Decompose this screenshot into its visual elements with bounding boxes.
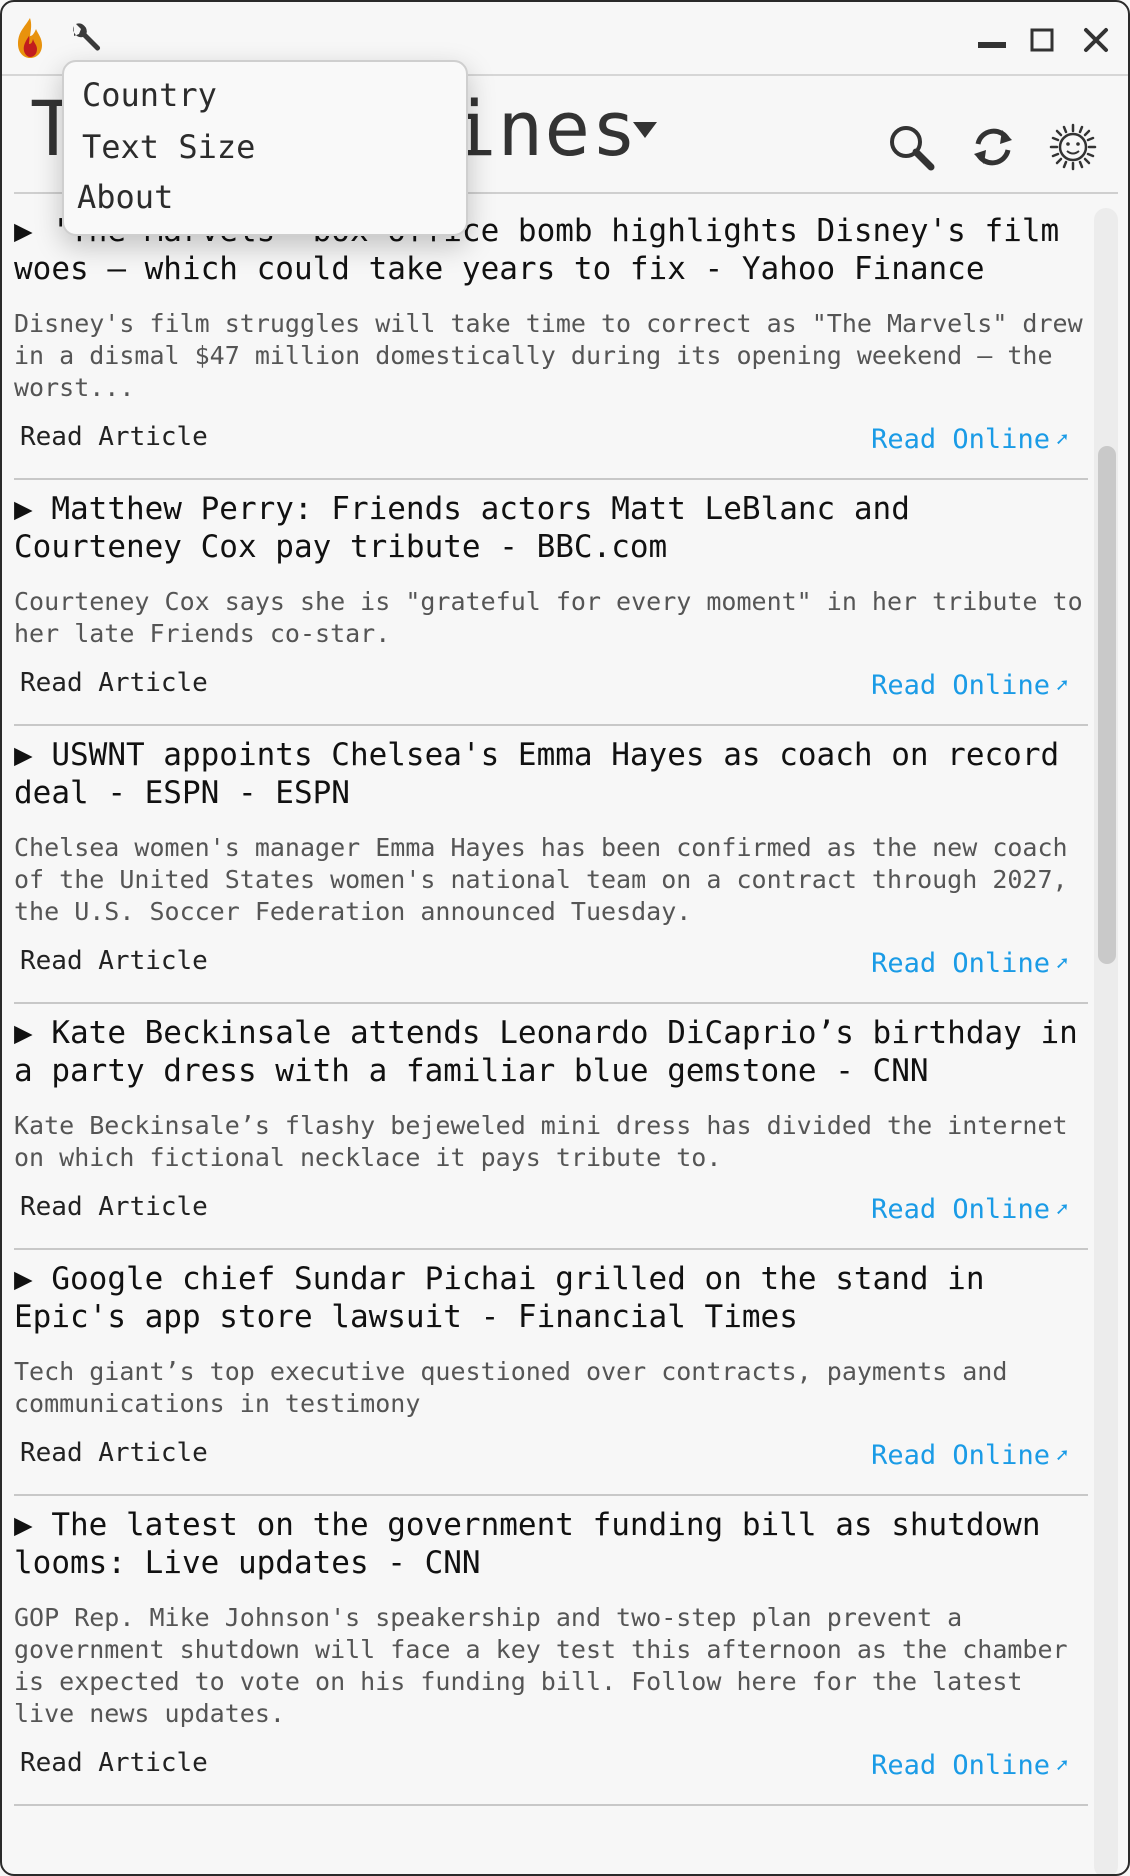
article-description: Tech giant’s top executive questioned ov… [14, 1357, 1008, 1418]
read-article-button[interactable]: Read Article [20, 1192, 208, 1222]
read-online-label: Read Online [871, 1440, 1050, 1471]
minimize-icon[interactable] [976, 24, 1008, 56]
article-card: ▶ Matthew Perry: Friends actors Matt LeB… [14, 480, 1088, 726]
article-description: Chelsea women's manager Emma Hayes has b… [14, 833, 1068, 926]
external-link-icon: ➚ [1055, 1197, 1068, 1221]
read-online-label: Read Online [871, 424, 1050, 455]
close-icon[interactable] [1080, 24, 1112, 56]
article-card: ▶ Kate Beckinsale attends Leonardo DiCap… [14, 1004, 1088, 1250]
read-article-button[interactable]: Read Article [20, 946, 208, 976]
article-title[interactable]: ▶ Google chief Sundar Pichai grilled on … [14, 1250, 1088, 1336]
read-online-link[interactable]: Read Online ➚ [871, 948, 1068, 979]
article-actions: Read Article Read Online ➚ [14, 928, 1088, 1002]
article-description: Courteney Cox says she is "grateful for … [14, 587, 1083, 648]
article-actions: Read Article Read Online ➚ [14, 1174, 1088, 1248]
article-description: GOP Rep. Mike Johnson's speakership and … [14, 1603, 1068, 1728]
external-link-icon: ➚ [1055, 951, 1068, 975]
read-online-link[interactable]: Read Online ➚ [871, 1194, 1068, 1225]
read-online-label: Read Online [871, 1750, 1050, 1781]
external-link-icon: ➚ [1055, 673, 1068, 697]
article-title[interactable]: ▶ USWNT appoints Chelsea's Emma Hayes as… [14, 726, 1088, 812]
article-list[interactable]: ▶ 'The Marvels' box office bomb highligh… [2, 202, 1102, 1874]
maximize-icon[interactable] [1026, 24, 1058, 56]
menu-item-country[interactable]: Country [82, 76, 217, 114]
menu-item-about[interactable]: About [77, 178, 173, 216]
article-description: Kate Beckinsale’s flashy bejeweled mini … [14, 1111, 1068, 1172]
article-card: ▶ USWNT appoints Chelsea's Emma Hayes as… [14, 726, 1088, 1004]
menu-item-text-size[interactable]: Text Size [82, 128, 255, 166]
app-window: Top Headlines [0, 0, 1130, 1876]
external-link-icon: ➚ [1055, 427, 1068, 451]
article-title[interactable]: ▶ Matthew Perry: Friends actors Matt LeB… [14, 480, 1088, 566]
search-icon[interactable] [886, 122, 936, 172]
read-article-button[interactable]: Read Article [20, 1748, 208, 1778]
read-online-link[interactable]: Read Online ➚ [871, 670, 1068, 701]
read-online-label: Read Online [871, 1194, 1050, 1225]
article-card: ▶ 'The Marvels' box office bomb highligh… [14, 202, 1088, 480]
read-online-label: Read Online [871, 670, 1050, 701]
read-online-link[interactable]: Read Online ➚ [871, 1440, 1068, 1471]
article-title[interactable]: ▶ The latest on the government funding b… [14, 1496, 1088, 1582]
article-actions: Read Article Read Online ➚ [14, 650, 1088, 724]
article-card: ▶ The latest on the government funding b… [14, 1496, 1088, 1806]
read-online-link[interactable]: Read Online ➚ [871, 1750, 1068, 1781]
refresh-icon[interactable] [968, 122, 1018, 172]
external-link-icon: ➚ [1055, 1443, 1068, 1467]
app-logo-flame-icon [18, 18, 42, 58]
read-article-button[interactable]: Read Article [20, 422, 208, 452]
chevron-down-icon[interactable] [632, 120, 658, 140]
article-actions: Read Article Read Online ➚ [14, 404, 1088, 478]
read-online-label: Read Online [871, 948, 1050, 979]
article-description: Disney's film struggles will take time t… [14, 309, 1083, 402]
article-card: ▶ Google chief Sundar Pichai grilled on … [14, 1250, 1088, 1496]
theme-sun-icon[interactable] [1048, 122, 1098, 172]
external-link-icon: ➚ [1055, 1753, 1068, 1777]
article-actions: Read Article Read Online ➚ [14, 1730, 1088, 1804]
settings-dropdown-menu: Country Text Size About [62, 60, 468, 236]
read-online-link[interactable]: Read Online ➚ [871, 424, 1068, 455]
scrollbar-thumb[interactable] [1098, 446, 1116, 964]
settings-wrench-icon[interactable] [68, 22, 102, 56]
article-actions: Read Article Read Online ➚ [14, 1420, 1088, 1494]
read-article-button[interactable]: Read Article [20, 1438, 208, 1468]
article-title[interactable]: ▶ Kate Beckinsale attends Leonardo DiCap… [14, 1004, 1088, 1090]
read-article-button[interactable]: Read Article [20, 668, 208, 698]
